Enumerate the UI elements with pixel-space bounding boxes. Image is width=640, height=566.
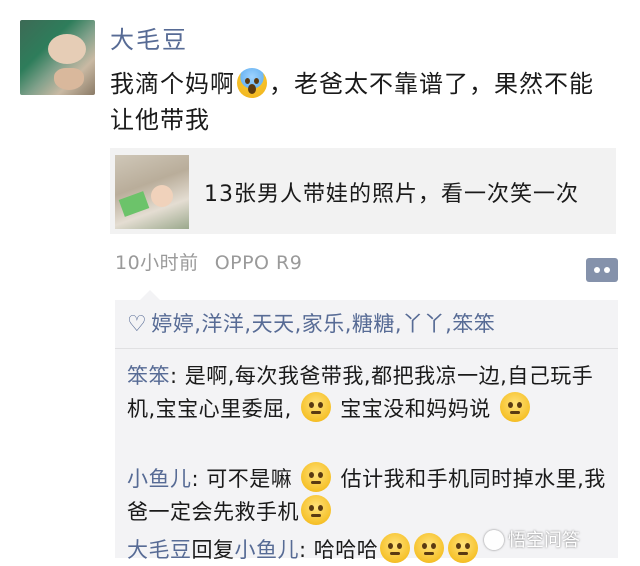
comment-text: : 可不是嘛: [191, 467, 300, 491]
more-options-button[interactable]: [586, 258, 618, 282]
avatar-hand: [54, 68, 84, 90]
thumbnail-baby: [151, 185, 173, 207]
comment-author[interactable]: 小鱼儿: [127, 467, 192, 491]
post-content: 我滴个妈啊 ，老爸太不靠谱了，果然不能让他带我: [110, 66, 610, 138]
reply-to-author[interactable]: 小鱼儿: [235, 538, 300, 562]
crying-emoji-icon: [301, 495, 331, 525]
watermark-text: 悟空问答: [508, 530, 580, 551]
reply-word: 回复: [191, 538, 235, 562]
shared-article-thumbnail: [115, 155, 189, 229]
post-device: OPPO R9: [214, 252, 303, 274]
sad-emoji-icon: [499, 392, 530, 422]
post-username[interactable]: 大毛豆: [110, 20, 188, 55]
scream-emoji-icon: [237, 68, 267, 98]
likes-divider: [115, 348, 618, 349]
avatar-baby-face: [48, 34, 86, 64]
grin-emoji-icon: [380, 533, 411, 563]
more-dot-icon: [594, 267, 600, 273]
user-avatar[interactable]: [20, 20, 95, 95]
watermark: 悟空问答: [484, 526, 580, 552]
grin-emoji-icon: [448, 533, 479, 563]
likes-names[interactable]: 婷婷,洋洋,天天,家乐,糖糖,丫丫,笨笨: [151, 312, 495, 336]
more-dot-icon: [604, 267, 610, 273]
comment-text-cont: 宝宝没和妈妈说: [333, 397, 491, 421]
awkward-emoji-icon: [301, 462, 332, 492]
likes-row: ♡ 婷婷,洋洋,天天,家乐,糖糖,丫丫,笨笨: [127, 308, 495, 338]
wukong-logo-icon: [484, 530, 504, 550]
heart-icon: ♡: [127, 312, 148, 337]
shared-article-card[interactable]: 13张男人带娃的照片，看一次笑一次: [110, 148, 616, 234]
comment-author[interactable]: 笨笨: [127, 364, 170, 388]
post-time: 10小时前: [115, 252, 199, 274]
comment-item[interactable]: 笨笨: 是啊,每次我爸带我,都把我凉一边,自己玩手机,宝宝心里委屈, 宝宝没和妈…: [127, 360, 617, 425]
thumbnail-phone: [118, 191, 150, 217]
post-text-part-1: 我滴个妈啊: [110, 70, 235, 98]
comments-section: ♡ 婷婷,洋洋,天天,家乐,糖糖,丫丫,笨笨 笨笨: 是啊,每次我爸带我,都把我凉…: [115, 300, 618, 563]
shared-article-title: 13张男人带娃的照片，看一次笑一次: [204, 182, 579, 207]
grin-emoji-icon: [414, 533, 445, 563]
awkward-emoji-icon: [301, 392, 332, 422]
post-meta: 10小时前 OPPO R9: [115, 248, 302, 275]
comment-item[interactable]: 小鱼儿: 可不是嘛 估计我和手机同时掉水里,我爸一定会先救手机: [127, 462, 617, 528]
comment-box-pointer: [140, 290, 160, 300]
comment-author[interactable]: 大毛豆: [127, 538, 192, 562]
comment-text: : 哈哈哈: [299, 538, 379, 562]
